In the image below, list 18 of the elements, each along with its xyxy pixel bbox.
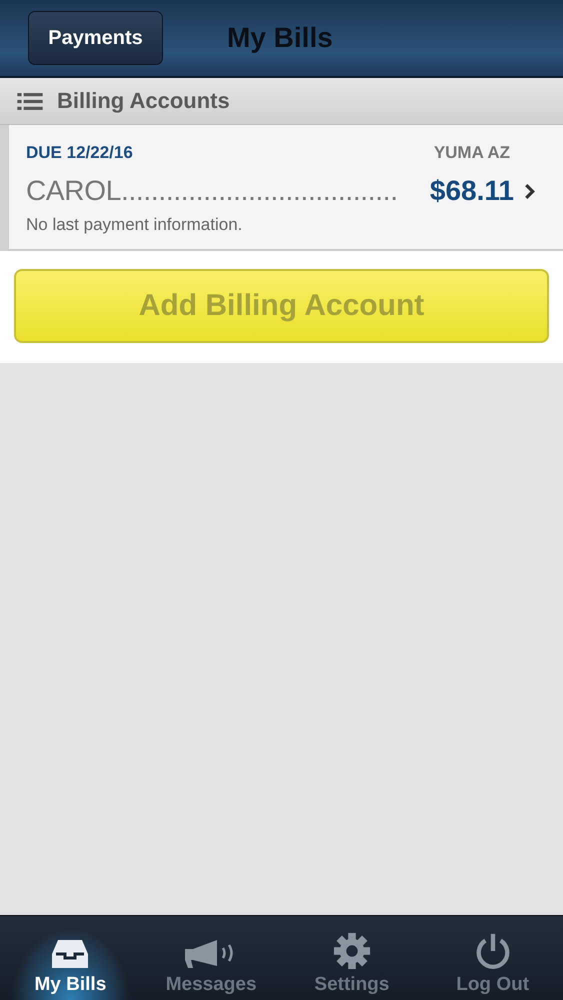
tray-icon: [50, 938, 90, 970]
section-title: Billing Accounts: [57, 88, 230, 114]
payments-button[interactable]: Payments: [28, 11, 163, 65]
account-card[interactable]: DUE 12/22/16 YUMA AZ CAROL..................................... $68.11 No last payment information.: [0, 125, 563, 251]
payment-status: No last payment information.: [26, 215, 244, 235]
gear-icon: [332, 932, 371, 970]
account-location: YUMA AZ: [434, 143, 510, 163]
screen-title: My Bills: [227, 22, 333, 54]
add-account-button[interactable]: Add Billing Account: [14, 269, 549, 343]
tab[interactable]: Log Out: [422, 916, 563, 1000]
amount-due: $68.11: [430, 175, 514, 207]
power-icon: [474, 932, 512, 970]
chevron-icon: [524, 182, 535, 200]
list-icon: [17, 92, 43, 110]
tab[interactable]: Messages: [140, 916, 282, 1000]
tab[interactable]: Settings: [282, 916, 422, 1000]
account-name: CAROL.....................................: [26, 175, 399, 207]
due-date: DUE 12/22/16: [26, 143, 133, 163]
